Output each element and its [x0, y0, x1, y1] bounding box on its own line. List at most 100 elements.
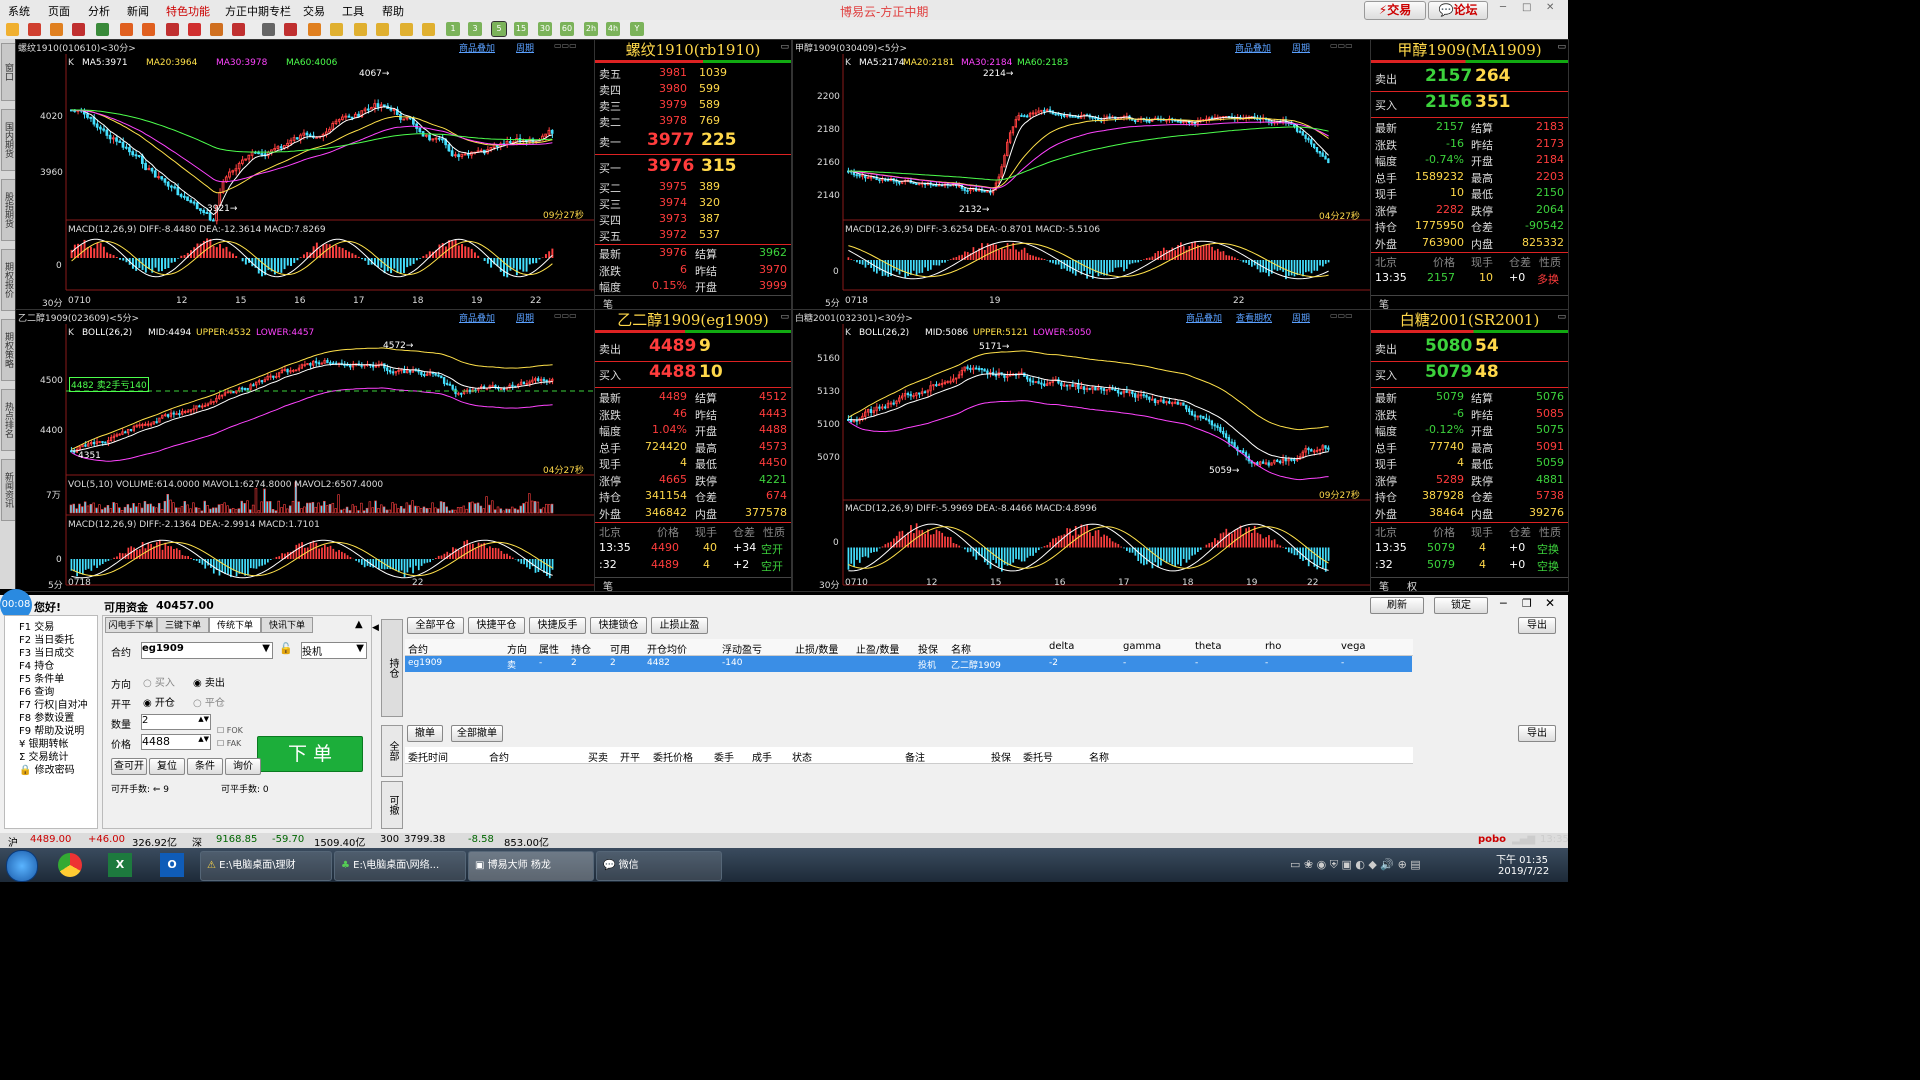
- column-header[interactable]: 投保: [991, 749, 1011, 764]
- column-header[interactable]: 委托号: [1023, 749, 1053, 764]
- chart-ma-overlay-link[interactable]: 商品叠加: [1235, 41, 1271, 54]
- position-marker[interactable]: 4482 卖2手亏140: [69, 377, 149, 392]
- day-icon[interactable]: [330, 23, 343, 36]
- chrome-icon[interactable]: [58, 853, 82, 877]
- column-header[interactable]: 开仓均价: [647, 641, 687, 656]
- tab-all[interactable]: 全部: [381, 725, 403, 777]
- news-icon[interactable]: [72, 23, 85, 36]
- minute-icon[interactable]: [400, 23, 413, 36]
- order-action-button[interactable]: 查可开: [111, 758, 147, 775]
- taskbar-item-folder-finance[interactable]: ⚠ E:\电脑桌面\理财: [200, 851, 332, 881]
- folder-icon[interactable]: [50, 23, 63, 36]
- period-30-button[interactable]: 30: [538, 22, 552, 36]
- column-header[interactable]: 备注: [905, 749, 925, 764]
- maximize-icon[interactable]: □: [1522, 2, 1531, 13]
- collapse-icon[interactable]: ▲: [355, 619, 363, 630]
- position-action-button[interactable]: 快捷反手: [529, 617, 586, 634]
- quote-sr-window-icon[interactable]: ▭: [1557, 312, 1566, 322]
- column-header[interactable]: rho: [1265, 641, 1281, 652]
- price-input[interactable]: 4488 ▲▼: [141, 734, 211, 750]
- tab-news[interactable]: 新闻资讯: [1, 459, 16, 521]
- chart-sr-overlay-link[interactable]: 商品叠加: [1186, 311, 1222, 324]
- chart-sr[interactable]: 白糖2001(032301)<30分> 商品叠加 查看期权 周期 ▭▭▭ K B…: [792, 309, 1371, 592]
- period-4h-button[interactable]: 4h: [606, 22, 620, 36]
- direction-sell-radio[interactable]: ◉ 卖出: [193, 674, 225, 689]
- tray-icons[interactable]: ▭ ❀ ◉ ⛨ ▣ ◐ ◆ 🔊 ⊕ ▤: [1290, 858, 1421, 872]
- column-header[interactable]: gamma: [1123, 641, 1161, 652]
- start-icon[interactable]: [6, 850, 38, 882]
- period-year-button[interactable]: Y: [630, 22, 644, 36]
- submit-order-button[interactable]: 下 单: [257, 736, 363, 772]
- period-15-button[interactable]: 15: [514, 22, 528, 36]
- tab-option-strategy[interactable]: 期权策略: [1, 319, 16, 381]
- column-header[interactable]: 投保: [918, 641, 938, 656]
- panel-close-icon[interactable]: ✕: [1545, 596, 1555, 610]
- panel-restore-icon[interactable]: ❐: [1522, 597, 1532, 610]
- fak-checkbox[interactable]: ☐ FAK: [217, 739, 241, 748]
- filter-icon[interactable]: [232, 23, 245, 36]
- menu-analysis[interactable]: 分析: [88, 3, 110, 19]
- excel-icon[interactable]: X: [108, 853, 132, 877]
- refresh-button[interactable]: 刷新: [1370, 597, 1424, 614]
- column-header[interactable]: 可用: [610, 641, 630, 656]
- tab-window[interactable]: 窗口: [1, 43, 16, 101]
- close-radio[interactable]: ○ 平仓: [193, 694, 225, 709]
- column-header[interactable]: 名称: [1089, 749, 1109, 764]
- menu-trade[interactable]: 交易: [303, 3, 325, 19]
- stepper-icon[interactable]: ▲▼: [198, 735, 209, 743]
- column-header[interactable]: 持仓: [571, 641, 591, 656]
- hedge-select[interactable]: 投机 ▼: [301, 642, 367, 659]
- back-icon[interactable]: [6, 23, 19, 36]
- panel-minimize-icon[interactable]: ─: [1500, 597, 1507, 610]
- window-icon[interactable]: [166, 23, 179, 36]
- tab-positions[interactable]: 持仓: [381, 619, 403, 717]
- order-tab[interactable]: 传统下单: [209, 617, 261, 633]
- menu-system[interactable]: 系统: [8, 3, 30, 19]
- menu-tools[interactable]: 工具: [342, 3, 364, 19]
- chart-sr-option-link[interactable]: 查看期权: [1236, 311, 1272, 324]
- period-1-button[interactable]: 1: [446, 22, 460, 36]
- column-header[interactable]: 开平: [620, 749, 640, 764]
- column-header[interactable]: 方向: [507, 641, 527, 656]
- chart-ma-period-link[interactable]: 周期: [1292, 41, 1310, 54]
- open-radio[interactable]: ◉ 开仓: [143, 694, 175, 709]
- order-tab[interactable]: 快讯下单: [261, 617, 313, 633]
- position-action-button[interactable]: 快捷平仓: [468, 617, 525, 634]
- trade-top-button[interactable]: ⚡交易: [1364, 1, 1426, 20]
- forum-top-button[interactable]: 💬论坛: [1428, 1, 1488, 20]
- quantity-input[interactable]: 2 ▲▼: [141, 714, 211, 730]
- export-positions-button[interactable]: 导出: [1518, 617, 1556, 634]
- column-header[interactable]: 委托时间: [408, 749, 448, 764]
- menu-page[interactable]: 页面: [48, 3, 70, 19]
- column-header[interactable]: 委手: [714, 749, 734, 764]
- chart-ma-window-icons[interactable]: ▭▭▭: [1330, 41, 1353, 50]
- quote-eg-window-icon[interactable]: ▭: [780, 312, 789, 322]
- lock-button[interactable]: 锁定: [1434, 597, 1488, 614]
- taskbar-item-boyi[interactable]: ▣ 博易大师 杨龙: [468, 851, 594, 881]
- chart-eg[interactable]: 乙二醇1909(023609)<5分> 商品叠加 周期 ▭▭▭ K BOLL(2…: [15, 309, 595, 592]
- order-action-button[interactable]: 复位: [149, 758, 185, 775]
- period-5-button[interactable]: 5: [491, 21, 507, 37]
- chart-sr-period-link[interactable]: 周期: [1292, 311, 1310, 324]
- order-tab[interactable]: 闪电手下单: [105, 617, 157, 633]
- period-3-button[interactable]: 3: [468, 22, 482, 36]
- column-header[interactable]: delta: [1049, 641, 1074, 652]
- period-2h-button[interactable]: 2h: [584, 22, 598, 36]
- x-icon[interactable]: [422, 23, 435, 36]
- chart-eg-period-link[interactable]: 周期: [516, 311, 534, 324]
- export-orders-button[interactable]: 导出: [1518, 725, 1556, 742]
- week-icon[interactable]: [354, 23, 367, 36]
- order-action-button[interactable]: 询价: [225, 758, 261, 775]
- quote-footer-tab[interactable]: 笔: [1379, 578, 1389, 591]
- order-cancel-button[interactable]: 全部撤单: [451, 725, 503, 742]
- column-header[interactable]: 状态: [792, 749, 812, 764]
- quote-footer-tab[interactable]: 权: [1407, 578, 1417, 591]
- lock-icon[interactable]: 🔓: [279, 642, 293, 655]
- tab-hot-ranking[interactable]: 热点排名: [1, 389, 16, 451]
- stepper-icon[interactable]: ▲▼: [198, 715, 209, 723]
- order-tab[interactable]: 三键下单: [157, 617, 209, 633]
- direction-buy-radio[interactable]: ○ 买入: [143, 674, 175, 689]
- chart-icon[interactable]: [284, 23, 297, 36]
- chart-rb-window-icons[interactable]: ▭▭▭: [554, 41, 577, 50]
- column-header[interactable]: 合约: [408, 641, 428, 656]
